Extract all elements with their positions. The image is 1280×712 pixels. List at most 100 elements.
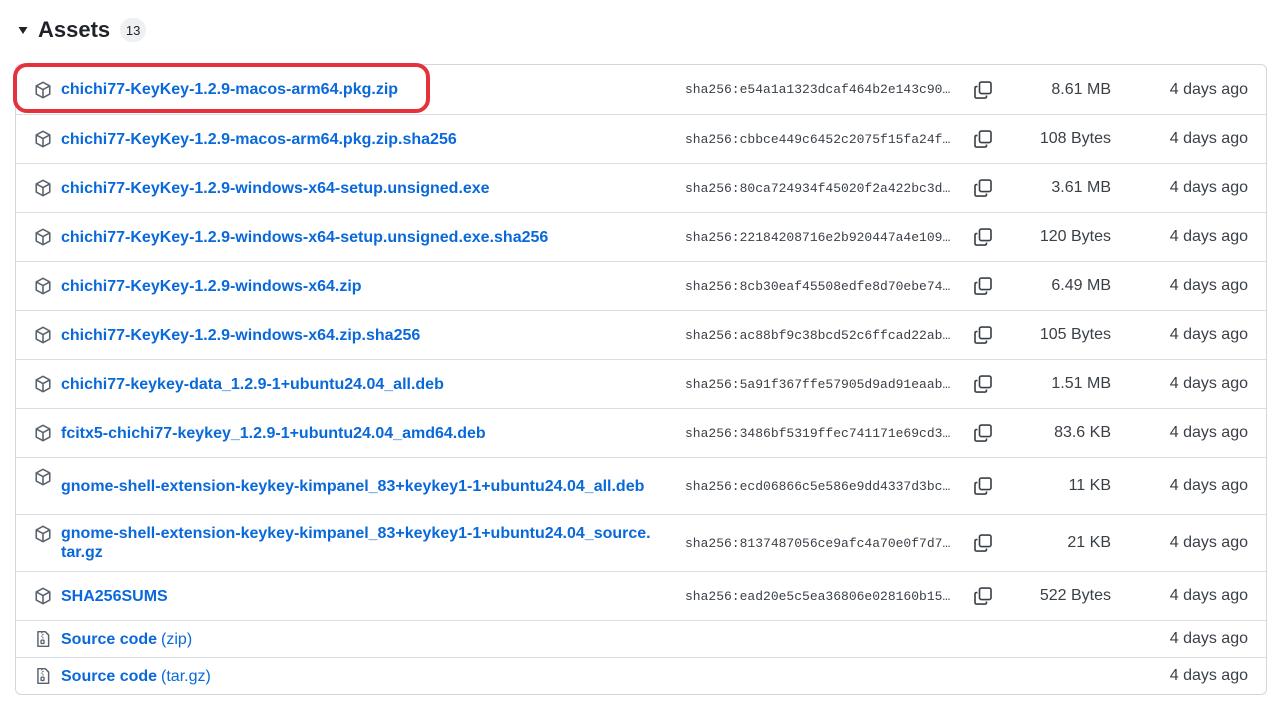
package-icon xyxy=(34,587,52,605)
asset-row: chichi77-KeyKey-1.2.9-macos-arm64.pkg.zi… xyxy=(16,65,1266,114)
asset-link[interactable]: chichi77-keykey-data_1.2.9-1+ubuntu24.04… xyxy=(61,376,444,393)
asset-row: chichi77-KeyKey-1.2.9-windows-x64.zip.sh… xyxy=(16,310,1266,359)
asset-row: chichi77-keykey-data_1.2.9-1+ubuntu24.04… xyxy=(16,359,1266,408)
asset-name-cell: chichi77-KeyKey-1.2.9-macos-arm64.pkg.zi… xyxy=(34,115,654,163)
asset-size: 1.51 MB xyxy=(1051,375,1111,392)
asset-date: 4 days ago xyxy=(1169,667,1248,684)
asset-digest-text: sha256:ecd06866c5e586e9dd4337d3bc… xyxy=(685,478,951,494)
asset-digest-text: sha256:3486bf5319ffec741171e69cd3… xyxy=(685,425,951,441)
asset-link[interactable]: Source code xyxy=(61,668,157,685)
asset-name-cell: chichi77-KeyKey-1.2.9-windows-x64-setup.… xyxy=(34,213,654,261)
copy-icon[interactable] xyxy=(971,213,995,261)
asset-link[interactable]: chichi77-KeyKey-1.2.9-windows-x64-setup.… xyxy=(61,180,490,197)
asset-name-cell: gnome-shell-extension-keykey-kimpanel_83… xyxy=(34,458,654,514)
package-icon xyxy=(34,525,52,543)
copy-icon[interactable] xyxy=(971,409,995,457)
package-icon xyxy=(34,179,52,197)
copy-icon[interactable] xyxy=(971,458,995,514)
asset-digest: sha256:ecd06866c5e586e9dd4337d3bc… xyxy=(685,458,961,514)
asset-date: 4 days ago xyxy=(1169,375,1248,392)
asset-date: 4 days ago xyxy=(1169,326,1248,343)
asset-link[interactable]: chichi77-KeyKey-1.2.9-windows-x64.zip xyxy=(61,278,362,295)
asset-link[interactable]: Source code xyxy=(61,631,157,648)
assets-count-badge: 13 xyxy=(120,18,147,42)
asset-digest-text: sha256:e54a1a1323dcaf464b2e143c90… xyxy=(685,82,951,97)
asset-name-cell: chichi77-KeyKey-1.2.9-windows-x64.zip.sh… xyxy=(34,311,654,359)
asset-row: fcitx5-chichi77-keykey_1.2.9-1+ubuntu24.… xyxy=(16,408,1266,457)
asset-digest-text: sha256:8137487056ce9afc4a70e0f7d7… xyxy=(685,535,951,551)
asset-list: chichi77-KeyKey-1.2.9-macos-arm64.pkg.zi… xyxy=(15,64,1267,695)
asset-date: 4 days ago xyxy=(1169,179,1248,196)
asset-name-cell: Source code (tar.gz) xyxy=(34,658,654,694)
asset-digest: sha256:ac88bf9c38bcd52c6ffcad22ab… xyxy=(685,311,961,359)
asset-digest: sha256:8137487056ce9afc4a70e0f7d7… xyxy=(685,515,961,571)
asset-date: 4 days ago xyxy=(1169,277,1248,294)
asset-digest: sha256:e54a1a1323dcaf464b2e143c90… xyxy=(685,65,961,114)
asset-row: Source code (tar.gz) 4 days ago xyxy=(16,657,1266,694)
file-zip-icon xyxy=(34,630,52,648)
package-icon xyxy=(34,375,52,393)
asset-date: 4 days ago xyxy=(1169,587,1248,604)
asset-digest: sha256:cbbce449c6452c2075f15fa24f… xyxy=(685,115,961,163)
asset-date: 4 days ago xyxy=(1169,630,1248,647)
asset-digest-text: sha256:ac88bf9c38bcd52c6ffcad22ab… xyxy=(685,327,951,343)
package-icon xyxy=(34,130,52,148)
asset-kind: (zip) xyxy=(161,630,193,648)
asset-kind: (tar.gz) xyxy=(161,667,211,685)
asset-link[interactable]: chichi77-KeyKey-1.2.9-macos-arm64.pkg.zi… xyxy=(61,131,457,148)
asset-digest: sha256:3486bf5319ffec741171e69cd3… xyxy=(685,409,961,457)
asset-name-cell: chichi77-KeyKey-1.2.9-windows-x64-setup.… xyxy=(34,164,654,212)
asset-digest: sha256:ead20e5c5ea36806e028160b15… xyxy=(685,572,961,620)
asset-date: 4 days ago xyxy=(1169,130,1248,147)
copy-icon[interactable] xyxy=(971,65,995,114)
asset-row: gnome-shell-extension-keykey-kimpanel_83… xyxy=(16,457,1266,514)
copy-icon[interactable] xyxy=(971,164,995,212)
asset-date: 4 days ago xyxy=(1169,80,1248,98)
copy-icon[interactable] xyxy=(971,360,995,408)
asset-digest-text: sha256:8cb30eaf45508edfe8d70ebe74… xyxy=(685,278,951,294)
caret-down-icon[interactable] xyxy=(14,21,32,39)
asset-row: chichi77-KeyKey-1.2.9-macos-arm64.pkg.zi… xyxy=(16,114,1266,163)
package-icon xyxy=(34,468,52,486)
asset-digest-text: sha256:5a91f367ffe57905d9ad91eaab… xyxy=(685,376,951,392)
asset-size: 105 Bytes xyxy=(1039,326,1111,343)
asset-digest-text: sha256:80ca724934f45020f2a422bc3d… xyxy=(685,180,951,196)
package-icon xyxy=(34,81,52,99)
asset-digest: sha256:80ca724934f45020f2a422bc3d… xyxy=(685,164,961,212)
asset-size: 522 Bytes xyxy=(1039,587,1111,604)
asset-size: 83.6 KB xyxy=(1054,424,1111,441)
asset-name-cell: Source code (zip) xyxy=(34,621,654,657)
asset-name-cell: chichi77-keykey-data_1.2.9-1+ubuntu24.04… xyxy=(34,360,654,408)
asset-digest: sha256:22184208716e2b920447a4e109… xyxy=(685,213,961,261)
copy-icon[interactable] xyxy=(971,572,995,620)
package-icon xyxy=(34,424,52,442)
asset-link[interactable]: chichi77-KeyKey-1.2.9-macos-arm64.pkg.zi… xyxy=(61,81,398,98)
copy-icon[interactable] xyxy=(971,515,995,571)
package-icon xyxy=(34,228,52,246)
asset-link[interactable]: gnome-shell-extension-keykey-kimpanel_83… xyxy=(61,525,651,561)
copy-icon[interactable] xyxy=(971,115,995,163)
asset-link[interactable]: chichi77-KeyKey-1.2.9-windows-x64.zip.sh… xyxy=(61,327,420,344)
copy-icon[interactable] xyxy=(971,311,995,359)
asset-link[interactable]: chichi77-KeyKey-1.2.9-windows-x64-setup.… xyxy=(61,229,548,246)
asset-row: chichi77-KeyKey-1.2.9-windows-x64.zip sha… xyxy=(16,261,1266,310)
asset-size: 108 Bytes xyxy=(1039,130,1111,147)
asset-link[interactable]: gnome-shell-extension-keykey-kimpanel_83… xyxy=(61,478,644,495)
asset-row: gnome-shell-extension-keykey-kimpanel_83… xyxy=(16,514,1266,571)
assets-header: Assets 13 xyxy=(14,14,147,46)
asset-digest-text: sha256:ead20e5c5ea36806e028160b15… xyxy=(685,588,951,604)
asset-size: 8.61 MB xyxy=(1051,80,1111,98)
asset-date: 4 days ago xyxy=(1169,228,1248,245)
asset-size: 6.49 MB xyxy=(1051,277,1111,294)
asset-digest-text: sha256:cbbce449c6452c2075f15fa24f… xyxy=(685,131,951,147)
asset-link[interactable]: SHA256SUMS xyxy=(61,588,168,605)
copy-icon[interactable] xyxy=(971,262,995,310)
asset-row: chichi77-KeyKey-1.2.9-windows-x64-setup.… xyxy=(16,163,1266,212)
asset-digest: sha256:5a91f367ffe57905d9ad91eaab… xyxy=(685,360,961,408)
asset-name-cell: chichi77-KeyKey-1.2.9-macos-arm64.pkg.zi… xyxy=(34,65,654,114)
asset-size: 3.61 MB xyxy=(1051,179,1111,196)
asset-date: 4 days ago xyxy=(1169,424,1248,441)
file-zip-icon xyxy=(34,667,52,685)
asset-link[interactable]: fcitx5-chichi77-keykey_1.2.9-1+ubuntu24.… xyxy=(61,425,486,442)
asset-name-cell: fcitx5-chichi77-keykey_1.2.9-1+ubuntu24.… xyxy=(34,409,654,457)
